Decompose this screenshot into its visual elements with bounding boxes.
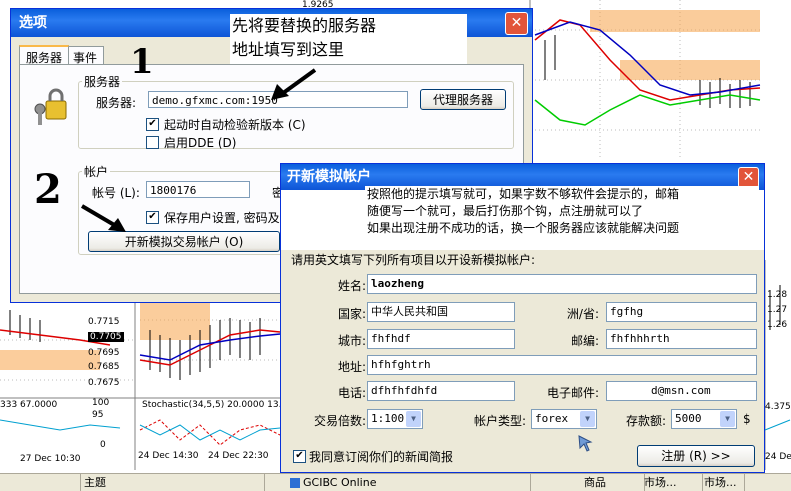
annotation-line: 先将要替换的服务器 [232,16,377,35]
instruction-text: 请用英文填写下列所有项目以开设新模拟帐户: [291,253,536,267]
scale-label: 1.26 [767,320,788,330]
step-number-1: 1 [130,42,154,82]
server-group-legend: 服务器 [82,73,123,90]
close-button[interactable]: ✕ [738,167,759,188]
price-label: 0.7675 [88,378,120,388]
time-label: 24 Dec 22:30 [208,451,269,461]
annotation-line: 如果出现注册不成功的话，换一个服务器应该就能解决问题 [367,221,680,235]
enable-dde-label: 启用DDE (D) [164,136,237,150]
annotation-note-2: 按照他的提示填写就可，如果字数不够软件会提示的，邮箱 随便写一个就可，最后打伤那… [365,186,759,238]
leverage-select[interactable]: 1:100 ▼ [367,409,423,429]
time-label: 27 Dec 10:30 [20,454,81,464]
subscribe-label: 我同意订阅你们的新闻简报 [309,450,454,464]
save-settings-label: 保存用户设置, 密码及数 [164,211,292,225]
scale-label: 1.28 [767,290,788,300]
price-label: 0.7695 [88,348,120,358]
address-label: 地址: [337,360,366,374]
check-update-checkbox[interactable]: ✔ [146,118,159,131]
deposit-value: 5000 [675,412,702,425]
mouse-cursor-icon [578,435,593,452]
arrow-icon [80,204,126,232]
deposit-label: 存款额: [625,414,666,428]
step-number-2: 2 [34,166,62,213]
time-label: 24 Dec 14:30 [138,451,199,461]
enable-dde-checkbox[interactable] [146,136,159,149]
zip-input[interactable]: fhfhhhrth [606,329,757,349]
email-input[interactable]: d@msn.com [606,381,757,401]
arrow-icon [271,68,317,100]
bottom-tab-goods[interactable]: 商品 [580,474,645,491]
account-type-select[interactable]: forex ▼ [531,409,597,429]
bottom-tab-theme[interactable]: 主题 [80,474,265,491]
annotation-note-1: 先将要替换的服务器 地址填写到这里 [230,14,467,64]
options-tabs: 服务器 事件 [19,45,105,68]
scale-label: 0 [100,440,106,450]
deposit-select[interactable]: 5000 ▼ [671,409,737,429]
state-input[interactable]: fgfhg [606,302,757,322]
subscribe-checkbox[interactable]: ✔ [293,450,306,463]
annotation-line: 随便写一个就可，最后打伤那个钩，点注册就可以了 [367,204,644,218]
scale-label: 95 [92,410,104,420]
bottom-tab-app[interactable]: GCIBC Online [286,474,531,491]
account-type-value: forex [535,412,569,425]
proxy-server-button[interactable]: 代理服务器 [420,89,506,110]
phone-label: 电话: [337,386,366,400]
chevron-down-icon[interactable]: ▼ [720,411,735,427]
leverage-value: 1:100 [371,412,405,425]
current-price-box: 0.7705 [88,332,124,342]
account-type-label: 帐户类型: [473,414,526,428]
zip-label: 邮编: [570,334,599,348]
address-input[interactable]: hfhfghtrh [367,355,757,375]
currency-symbol: $ [743,412,751,426]
indicator-label: Stochastic(34,5,5) 20.0000 13.58 [142,400,293,410]
dialog-title: 开新模拟帐户 [287,169,371,185]
account-input[interactable]: 1800176 [146,181,250,198]
bottom-tab-market[interactable]: 市场... [640,474,703,491]
country-label: 国家: [337,307,366,321]
scale-label: 100 [92,398,110,408]
price-label: 0.7715 [88,317,120,327]
account-label: 帐号 (L): [92,186,140,200]
lock-key-icon [34,88,67,125]
app-icon [290,478,300,488]
country-input[interactable]: 中华人民共和国 [367,302,515,322]
time-label: 24 Dec 1 [765,452,791,462]
indicator-values: 333 67.0000 [0,400,58,410]
dialog-title: 选项 [19,15,47,31]
price-label: 0.7685 [88,362,120,372]
annotation-line: 地址填写到这里 [232,40,345,59]
phone-input[interactable]: dfhfhfdhfd [367,381,515,401]
check-update-label: 起动时自动检验新版本 (C) [164,118,306,132]
chevron-down-icon[interactable]: ▼ [406,411,421,427]
leverage-label: 交易倍数: [313,414,366,428]
scale-label: 4.3750 [765,402,791,412]
bottom-tab-market[interactable]: 市场... [700,474,745,491]
bottom-tab[interactable] [0,474,81,491]
city-input[interactable]: fhfhdf [367,329,515,349]
name-label: 姓名: [337,279,366,293]
server-label: 服务器: [96,96,137,110]
save-settings-checkbox[interactable]: ✔ [146,211,159,224]
close-button[interactable]: ✕ [505,12,528,35]
email-label: 电子邮件: [546,386,599,400]
scale-label: 1.27 [767,305,788,315]
register-button[interactable]: 注册 (R) >> [637,445,755,467]
account-group-legend: 帐户 [82,163,111,180]
state-label: 洲/省: [566,307,599,321]
app-name: GCIBC Online [303,476,377,489]
city-label: 城市: [337,334,366,348]
chevron-down-icon[interactable]: ▼ [580,411,595,427]
annotation-line: 按照他的提示填写就可，如果字数不够软件会提示的，邮箱 [367,187,680,201]
name-input[interactable]: laozheng [367,274,757,294]
bottom-tab-bar: 主题 GCIBC Online 商品 市场... 市场... [0,473,791,491]
